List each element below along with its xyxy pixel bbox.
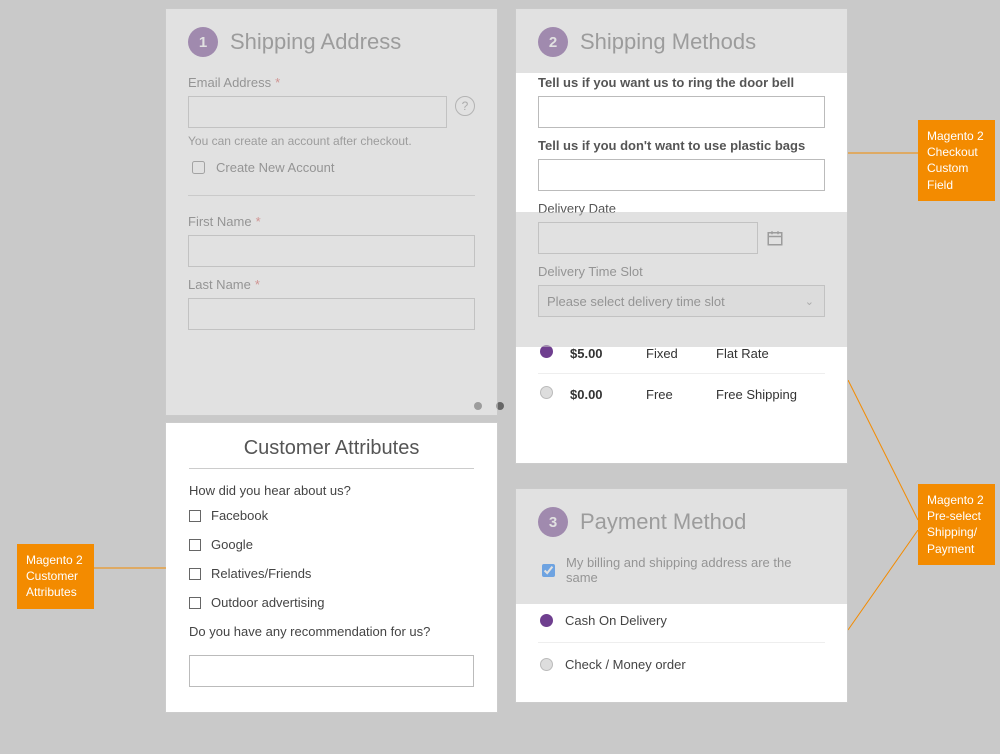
last-name-label: Last Name* xyxy=(188,277,475,292)
shipping-methods-panel: 2 Shipping Methods Tell us if you want u… xyxy=(515,8,848,464)
shipping-carrier: Flat Rate xyxy=(716,346,823,361)
radio-selected-icon xyxy=(540,614,553,627)
custom-field-2-label: Tell us if you don't want to use plastic… xyxy=(538,138,825,153)
billing-same-label: My billing and shipping address are the … xyxy=(566,555,825,585)
radio-unselected-icon xyxy=(540,386,553,399)
section-title: Shipping Methods xyxy=(580,29,756,55)
custom-field-1-label: Tell us if you want us to ring the door … xyxy=(538,75,825,90)
option-label: Outdoor advertising xyxy=(211,595,324,610)
delivery-slot-select[interactable]: Please select delivery time slot ⌄ xyxy=(538,285,825,317)
shipping-price: $5.00 xyxy=(570,346,646,361)
option-label: Facebook xyxy=(211,508,268,523)
shipping-price: $0.00 xyxy=(570,387,646,402)
shipping-name: Free xyxy=(646,387,716,402)
customer-attributes-title: Customer Attributes xyxy=(189,437,474,460)
section-header: 2 Shipping Methods xyxy=(538,27,825,57)
calendar-icon[interactable] xyxy=(766,229,784,247)
radio-unselected-icon xyxy=(540,658,553,671)
shipping-name: Fixed xyxy=(646,346,716,361)
payment-option-check[interactable]: Check / Money order xyxy=(538,643,825,686)
checkbox-facebook[interactable] xyxy=(189,510,201,522)
option-label: Relatives/Friends xyxy=(211,566,311,581)
billing-same-checkbox[interactable] xyxy=(542,564,555,577)
payment-method-panel: 3 Payment Method My billing and shipping… xyxy=(515,488,848,703)
first-name-field[interactable] xyxy=(188,235,475,267)
recommendation-field[interactable] xyxy=(189,655,474,687)
payment-label: Check / Money order xyxy=(565,657,686,672)
section-title: Payment Method xyxy=(580,509,746,535)
create-account-checkbox[interactable] xyxy=(192,161,205,174)
callout-checkout-custom-field: Magento 2 Checkout Custom Field xyxy=(918,120,995,201)
first-name-label: First Name* xyxy=(188,214,475,229)
recommendation-label: Do you have any recommendation for us? xyxy=(189,624,474,639)
callout-preselect: Magento 2 Pre-select Shipping/ Payment xyxy=(918,484,995,565)
shipping-carrier: Free Shipping xyxy=(716,387,823,402)
callout-customer-attributes: Magento 2 Customer Attributes xyxy=(17,544,94,609)
email-field[interactable] xyxy=(188,96,447,128)
shipping-option-free[interactable]: $0.00 Free Free Shipping xyxy=(538,374,825,414)
checkbox-relatives[interactable] xyxy=(189,568,201,580)
section-title: Shipping Address xyxy=(230,29,401,55)
custom-field-2-input[interactable] xyxy=(538,159,825,191)
checkbox-google[interactable] xyxy=(189,539,201,551)
shipping-option-flat-rate[interactable]: $5.00 Fixed Flat Rate xyxy=(538,333,825,373)
custom-field-1-input[interactable] xyxy=(538,96,825,128)
radio-selected-icon xyxy=(540,345,553,358)
last-name-field[interactable] xyxy=(188,298,475,330)
delivery-date-label: Delivery Date xyxy=(538,201,825,216)
delivery-slot-label: Delivery Time Slot xyxy=(538,264,825,279)
option-label: Google xyxy=(211,537,253,552)
shipping-address-panel: 1 Shipping Address Email Address* ? You … xyxy=(165,8,498,416)
help-icon[interactable]: ? xyxy=(455,96,475,116)
payment-label: Cash On Delivery xyxy=(565,613,667,628)
hear-about-question: How did you hear about us? xyxy=(189,483,474,498)
chevron-down-icon: ⌄ xyxy=(805,295,814,308)
step-number-badge: 2 xyxy=(538,27,568,57)
step-number-badge: 3 xyxy=(538,507,568,537)
step-number-badge: 1 xyxy=(188,27,218,57)
create-account-label: Create New Account xyxy=(216,160,335,175)
delivery-date-field[interactable] xyxy=(538,222,758,254)
section-header: 1 Shipping Address xyxy=(188,27,475,57)
customer-attributes-panel: Customer Attributes How did you hear abo… xyxy=(165,422,498,713)
email-label: Email Address* xyxy=(188,75,475,90)
payment-option-cash[interactable]: Cash On Delivery xyxy=(538,599,825,642)
section-header: 3 Payment Method xyxy=(538,507,825,537)
checkbox-outdoor[interactable] xyxy=(189,597,201,609)
email-hint: You can create an account after checkout… xyxy=(188,134,475,148)
